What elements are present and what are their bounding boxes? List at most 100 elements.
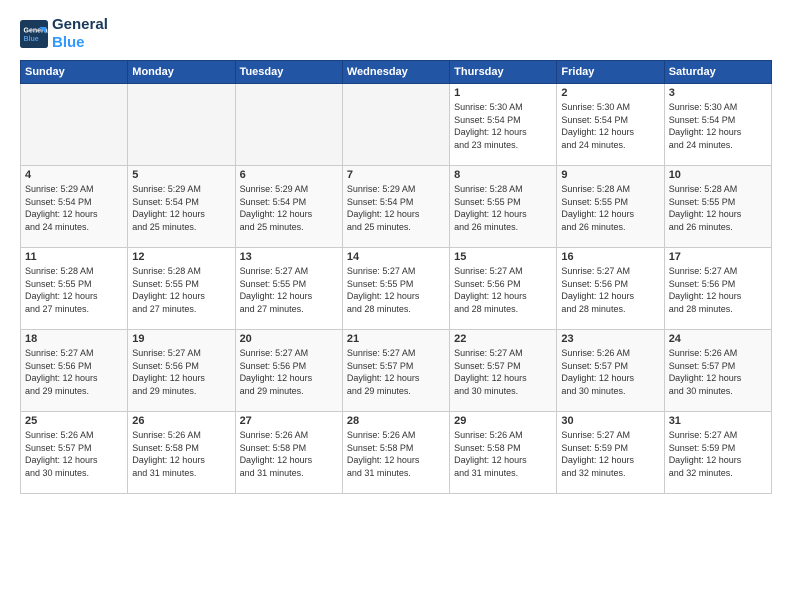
logo-text-line1: General [52,16,108,34]
calendar-cell [235,84,342,166]
day-number: 13 [240,251,338,263]
calendar-cell: 15Sunrise: 5:27 AM Sunset: 5:56 PM Dayli… [450,248,557,330]
cell-info: Sunrise: 5:27 AM Sunset: 5:57 PM Dayligh… [454,347,552,397]
week-row-5: 25 Sunrise: 5:26 AM Sunset: 5:57 PM Dayli… [21,412,772,494]
day-number: 27 [240,415,338,427]
calendar-cell: 11 Sunrise: 5:28 AM Sunset: 5:55 PM Dayli… [21,248,128,330]
calendar-cell: 17Sunrise: 5:27 AM Sunset: 5:56 PM Dayli… [664,248,771,330]
calendar-cell: 9 Sunrise: 5:28 AM Sunset: 5:55 PM Daylig… [557,166,664,248]
calendar-cell: 13 Sunrise: 5:27 AM Sunset: 5:55 PM Dayli… [235,248,342,330]
day-number: 11 [25,251,123,263]
day-number: 2 [561,87,659,99]
header: General Blue General Blue [20,16,772,52]
day-header-thursday: Thursday [450,61,557,84]
cell-info: Sunrise: 5:30 AM Sunset: 5:54 PM Dayligh… [454,101,552,151]
cell-info: Sunrise: 5:29 AM Sunset: 5:54 PM Dayligh… [132,183,230,233]
calendar-cell: 7 Sunrise: 5:29 AM Sunset: 5:54 PM Daylig… [342,166,449,248]
calendar-cell: 29Sunrise: 5:26 AM Sunset: 5:58 PM Dayli… [450,412,557,494]
svg-text:Blue: Blue [24,36,39,43]
cell-info: Sunrise: 5:28 AM Sunset: 5:55 PM Dayligh… [454,183,552,233]
day-number: 16 [561,251,659,263]
calendar-cell: 14 Sunrise: 5:27 AM Sunset: 5:55 PM Dayli… [342,248,449,330]
cell-info: Sunrise: 5:28 AM Sunset: 5:55 PM Dayligh… [25,265,123,315]
day-number: 26 [132,415,230,427]
calendar-cell: 31Sunrise: 5:27 AM Sunset: 5:59 PM Dayli… [664,412,771,494]
cell-info: Sunrise: 5:30 AM Sunset: 5:54 PM Dayligh… [669,101,767,151]
day-header-tuesday: Tuesday [235,61,342,84]
calendar-cell: 30 Sunrise: 5:27 AM Sunset: 5:59 PM Dayli… [557,412,664,494]
calendar-cell: 2 Sunrise: 5:30 AM Sunset: 5:54 PM Daylig… [557,84,664,166]
calendar-cell: 1 Sunrise: 5:30 AM Sunset: 5:54 PM Daylig… [450,84,557,166]
cell-info: Sunrise: 5:29 AM Sunset: 5:54 PM Dayligh… [240,183,338,233]
cell-info: Sunrise: 5:27 AM Sunset: 5:55 PM Dayligh… [240,265,338,315]
day-number: 30 [561,415,659,427]
calendar-cell: 12 Sunrise: 5:28 AM Sunset: 5:55 PM Dayli… [128,248,235,330]
cell-info: Sunrise: 5:27 AM Sunset: 5:55 PM Dayligh… [347,265,445,315]
day-number: 7 [347,169,445,181]
calendar-cell: 23 Sunrise: 5:26 AM Sunset: 5:57 PM Dayli… [557,330,664,412]
day-number: 5 [132,169,230,181]
cell-info: Sunrise: 5:26 AM Sunset: 5:58 PM Dayligh… [132,429,230,479]
cell-info: Sunrise: 5:30 AM Sunset: 5:54 PM Dayligh… [561,101,659,151]
cell-info: Sunrise: 5:27 AM Sunset: 5:56 PM Dayligh… [25,347,123,397]
cell-info: Sunrise: 5:28 AM Sunset: 5:55 PM Dayligh… [669,183,767,233]
cell-info: Sunrise: 5:29 AM Sunset: 5:54 PM Dayligh… [347,183,445,233]
calendar-cell: 4Sunrise: 5:29 AM Sunset: 5:54 PM Daylig… [21,166,128,248]
day-number: 8 [454,169,552,181]
calendar-cell [342,84,449,166]
cell-info: Sunrise: 5:26 AM Sunset: 5:57 PM Dayligh… [561,347,659,397]
page: General Blue General Blue SundayMondayTu… [0,0,792,612]
calendar-header-row: SundayMondayTuesdayWednesdayThursdayFrid… [21,61,772,84]
cell-info: Sunrise: 5:28 AM Sunset: 5:55 PM Dayligh… [132,265,230,315]
calendar-cell: 16 Sunrise: 5:27 AM Sunset: 5:56 PM Dayli… [557,248,664,330]
cell-info: Sunrise: 5:26 AM Sunset: 5:58 PM Dayligh… [347,429,445,479]
day-header-saturday: Saturday [664,61,771,84]
day-number: 23 [561,333,659,345]
calendar-cell: 8 Sunrise: 5:28 AM Sunset: 5:55 PM Daylig… [450,166,557,248]
week-row-3: 11 Sunrise: 5:28 AM Sunset: 5:55 PM Dayli… [21,248,772,330]
cell-info: Sunrise: 5:27 AM Sunset: 5:56 PM Dayligh… [454,265,552,315]
day-number: 21 [347,333,445,345]
week-row-4: 18 Sunrise: 5:27 AM Sunset: 5:56 PM Dayli… [21,330,772,412]
cell-info: Sunrise: 5:26 AM Sunset: 5:58 PM Dayligh… [454,429,552,479]
calendar-table: SundayMondayTuesdayWednesdayThursdayFrid… [20,60,772,494]
calendar-cell: 27 Sunrise: 5:26 AM Sunset: 5:58 PM Dayli… [235,412,342,494]
day-number: 14 [347,251,445,263]
day-number: 18 [25,333,123,345]
cell-info: Sunrise: 5:28 AM Sunset: 5:55 PM Dayligh… [561,183,659,233]
logo-icon: General Blue [20,20,48,48]
cell-info: Sunrise: 5:27 AM Sunset: 5:56 PM Dayligh… [240,347,338,397]
cell-info: Sunrise: 5:26 AM Sunset: 5:57 PM Dayligh… [25,429,123,479]
calendar-cell [21,84,128,166]
logo-text-line2: Blue [52,34,108,52]
cell-info: Sunrise: 5:26 AM Sunset: 5:58 PM Dayligh… [240,429,338,479]
cell-info: Sunrise: 5:27 AM Sunset: 5:56 PM Dayligh… [132,347,230,397]
day-number: 24 [669,333,767,345]
cell-info: Sunrise: 5:26 AM Sunset: 5:57 PM Dayligh… [669,347,767,397]
cell-info: Sunrise: 5:27 AM Sunset: 5:59 PM Dayligh… [561,429,659,479]
calendar-cell: 25 Sunrise: 5:26 AM Sunset: 5:57 PM Dayli… [21,412,128,494]
week-row-2: 4 Sunrise: 5:29 AM Sunset: 5:54 PM Daylig… [21,166,772,248]
day-header-wednesday: Wednesday [342,61,449,84]
day-header-sunday: Sunday [21,61,128,84]
day-number: 25 [25,415,123,427]
calendar-cell: 6Sunrise: 5:29 AM Sunset: 5:54 PM Daylig… [235,166,342,248]
calendar-cell: 19 Sunrise: 5:27 AM Sunset: 5:56 PM Dayli… [128,330,235,412]
day-number: 31 [669,415,767,427]
calendar-cell: 5 Sunrise: 5:29 AM Sunset: 5:54 PM Daylig… [128,166,235,248]
day-number: 22 [454,333,552,345]
day-number: 4 [25,169,123,181]
day-number: 19 [132,333,230,345]
calendar-cell: 26 Sunrise: 5:26 AM Sunset: 5:58 PM Dayli… [128,412,235,494]
cell-info: Sunrise: 5:27 AM Sunset: 5:57 PM Dayligh… [347,347,445,397]
day-number: 12 [132,251,230,263]
cell-info: Sunrise: 5:27 AM Sunset: 5:56 PM Dayligh… [561,265,659,315]
day-number: 3 [669,87,767,99]
week-row-1: 1 Sunrise: 5:30 AM Sunset: 5:54 PM Daylig… [21,84,772,166]
day-number: 1 [454,87,552,99]
calendar-cell: 3 Sunrise: 5:30 AM Sunset: 5:54 PM Daylig… [664,84,771,166]
day-number: 9 [561,169,659,181]
calendar-cell: 18 Sunrise: 5:27 AM Sunset: 5:56 PM Dayli… [21,330,128,412]
calendar-cell: 21 Sunrise: 5:27 AM Sunset: 5:57 PM Dayli… [342,330,449,412]
calendar-cell: 28Sunrise: 5:26 AM Sunset: 5:58 PM Dayli… [342,412,449,494]
